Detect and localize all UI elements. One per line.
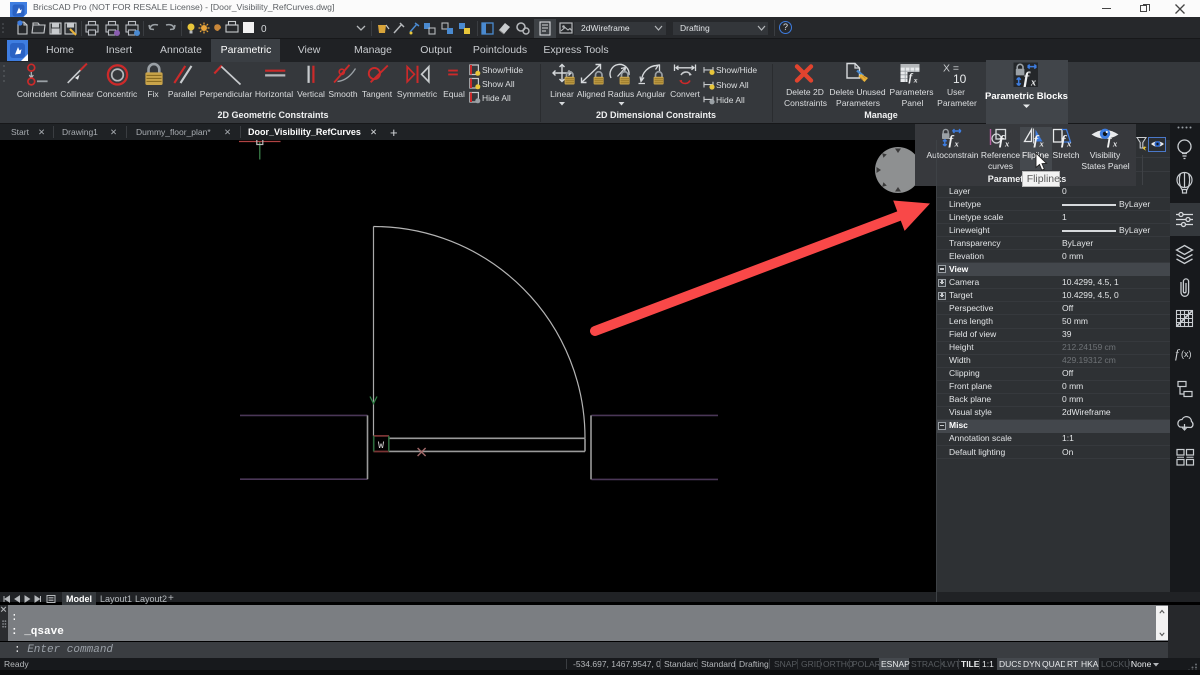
svg-text:x: x	[1039, 139, 1045, 149]
svg-text:(x): (x)	[1181, 349, 1192, 359]
svg-text:x: x	[954, 139, 960, 149]
svg-text:x: x	[1066, 139, 1072, 149]
svg-text:0: 0	[261, 24, 267, 35]
svg-text:10: 10	[953, 72, 967, 86]
svg-text:x: x	[1112, 139, 1118, 149]
svg-text:W: W	[378, 441, 384, 452]
svg-text:x: x	[1004, 139, 1010, 149]
svg-text:x: x	[913, 75, 918, 84]
svg-text:x: x	[1030, 78, 1036, 89]
